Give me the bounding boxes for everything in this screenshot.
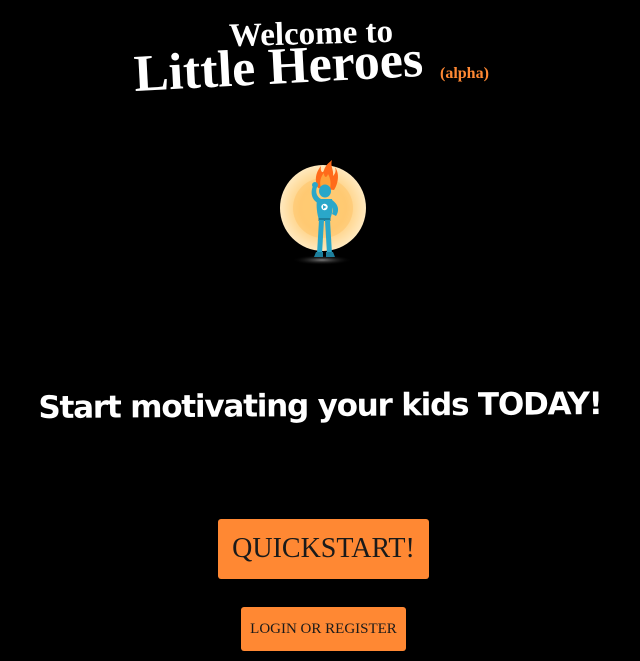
quickstart-button[interactable]: QUICKSTART!: [218, 519, 429, 579]
title-block: Welcome to Little Heroes (alpha): [0, 0, 640, 120]
tagline: Start motivating your kids TODAY!: [38, 386, 602, 426]
superhero-mascot-icon: [274, 158, 374, 270]
alpha-badge: (alpha): [440, 65, 489, 82]
login-register-button[interactable]: LOGIN OR REGISTER: [241, 607, 406, 651]
